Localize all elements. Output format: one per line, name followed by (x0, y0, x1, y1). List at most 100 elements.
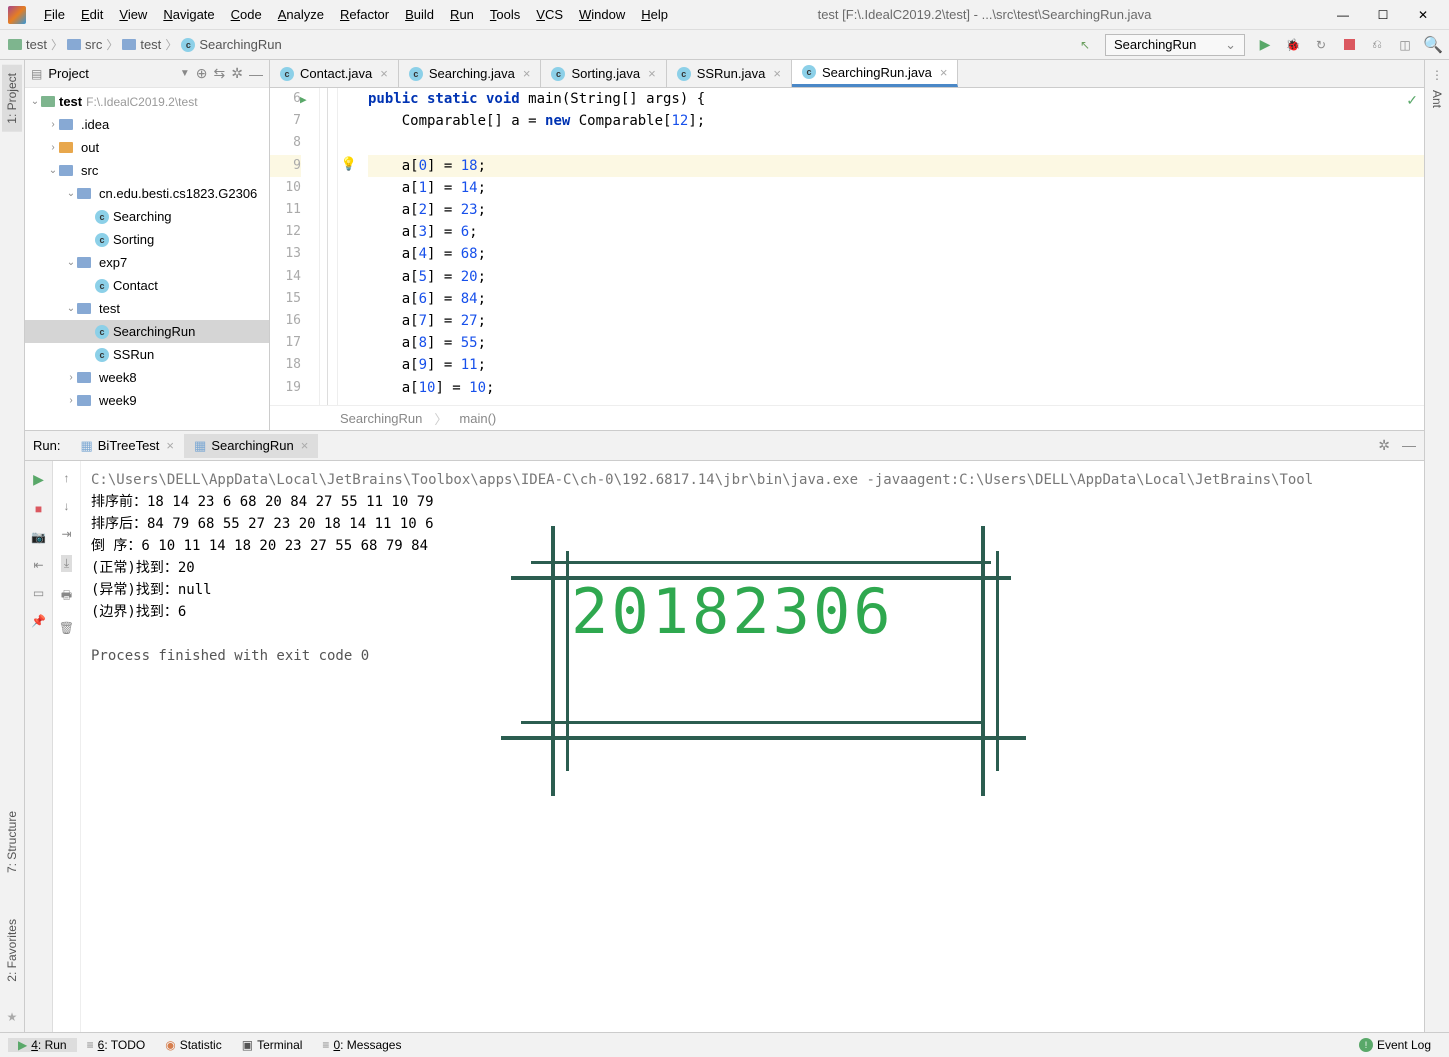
project-panel-header: ▤ Project ▼ ⊕ ⇆ ✲ — (25, 60, 269, 88)
git-icon[interactable]: ⎌ (1369, 37, 1385, 53)
close-button[interactable]: ✕ (1413, 5, 1433, 25)
up-icon[interactable]: ↑ (64, 471, 70, 485)
bulb-icon[interactable]: 💡 (341, 156, 357, 172)
stop-icon[interactable] (1341, 37, 1357, 53)
editor-tab[interactable]: cSorting.java× (541, 60, 666, 87)
sidebar-tab-project[interactable]: 1: Project (2, 65, 22, 132)
editor-body[interactable]: ▶ 678910111213141516171819 💡 public stat… (270, 88, 1424, 405)
menu-refactor[interactable]: Refactor (332, 3, 397, 26)
layout-run-icon[interactable]: ▭ (33, 586, 44, 600)
tree-item[interactable]: cSSRun (25, 343, 269, 366)
print-icon[interactable]: 🖶 (61, 586, 72, 607)
stop-run-icon[interactable]: ■ (35, 502, 42, 516)
status-item[interactable]: ≡0: Messages (312, 1038, 411, 1052)
menu-build[interactable]: Build (397, 3, 442, 26)
tree-item[interactable]: cSorting (25, 228, 269, 251)
tree-item[interactable]: ⌄cn.edu.besti.cs1823.G2306 (25, 182, 269, 205)
run-tab[interactable]: ▦BiTreeTest× (70, 434, 184, 458)
sidebar-tab-structure[interactable]: 7: Structure (2, 803, 22, 881)
menu-edit[interactable]: Edit (73, 3, 111, 26)
toolbar-right: ↖ SearchingRun ⌄ ▶ 🐞 ↻ ⎌ ◫ 🔍 (1077, 34, 1441, 56)
scroll-icon[interactable]: ⤓ (61, 555, 72, 572)
inspection-ok-icon[interactable]: ✓ (1406, 92, 1418, 109)
code-area[interactable]: public static void main(String[] args) {… (338, 88, 1424, 405)
menu-code[interactable]: Code (223, 3, 270, 26)
editor-tab[interactable]: cSearchingRun.java× (792, 60, 958, 87)
debug-icon[interactable]: 🐞 (1285, 37, 1301, 53)
run-toolbar-left: ▶ ■ 📷 ⇤ ▭ 📌 (25, 461, 53, 1032)
event-log[interactable]: ! Event Log (1349, 1038, 1441, 1052)
snapshot-icon[interactable]: 📷 (31, 530, 46, 544)
tree-item[interactable]: ⌄exp7 (25, 251, 269, 274)
coverage-icon[interactable]: ↻ (1313, 37, 1329, 53)
menu-file[interactable]: File (36, 3, 73, 26)
tree-root[interactable]: ⌄ test F:\.IdealC2019.2\test (25, 90, 269, 113)
close-tab-icon[interactable]: × (773, 66, 781, 81)
pin-icon[interactable]: 📌 (31, 614, 46, 628)
close-tab-icon[interactable]: × (523, 66, 531, 81)
tree-item[interactable]: cContact (25, 274, 269, 297)
tree-item[interactable]: ⌄src (25, 159, 269, 182)
tree-item[interactable]: ›out (25, 136, 269, 159)
sidebar-tab-favorites[interactable]: 2: Favorites (2, 911, 22, 990)
status-item[interactable]: ▶4: Run (8, 1038, 77, 1052)
menu-tools[interactable]: Tools (482, 3, 528, 26)
tree-item[interactable]: ›week8 (25, 366, 269, 389)
menubar: FileEditViewNavigateCodeAnalyzeRefactorB… (36, 3, 676, 26)
wrap-icon[interactable]: ⇥ (61, 527, 71, 541)
menu-analyze[interactable]: Analyze (270, 3, 332, 26)
menu-window[interactable]: Window (571, 3, 633, 26)
editor-tab[interactable]: cContact.java× (270, 60, 399, 87)
menu-run[interactable]: Run (442, 3, 482, 26)
layout-icon[interactable]: ◫ (1397, 37, 1413, 53)
breadcrumb: test 〉 src 〉 test 〉 cSearchingRun (8, 36, 1077, 53)
tree-item[interactable]: ⌄test (25, 297, 269, 320)
tree-item[interactable]: ›.idea (25, 113, 269, 136)
sidebar-tab-ant[interactable]: Ant (1427, 82, 1447, 116)
run-tab[interactable]: ▦SearchingRun× (184, 434, 318, 458)
status-item[interactable]: ▣Terminal (232, 1038, 313, 1052)
trash-icon[interactable]: 🗑 (59, 621, 74, 635)
breadcrumb-item[interactable]: src (67, 37, 102, 52)
tree-item[interactable]: cSearchingRun (25, 320, 269, 343)
tree-item[interactable]: ›week9 (25, 389, 269, 412)
locate-icon[interactable]: ⊕ (196, 65, 208, 82)
run-settings-icon[interactable]: ✲ (1378, 437, 1390, 454)
window-controls: — ☐ ✕ (1333, 5, 1445, 25)
status-item[interactable]: ≡6: TODO (77, 1038, 156, 1052)
gutter: ▶ 678910111213141516171819 (270, 88, 320, 405)
exit-icon[interactable]: ⇤ (33, 558, 43, 572)
hide-icon[interactable]: — (249, 66, 263, 82)
close-tab-icon[interactable]: × (940, 65, 948, 80)
console-output[interactable]: C:\Users\DELL\AppData\Local\JetBrains\To… (81, 461, 1424, 1032)
breadcrumb-item[interactable]: cSearchingRun (181, 37, 281, 52)
run-config-selector[interactable]: SearchingRun ⌄ (1105, 34, 1245, 56)
minimize-button[interactable]: — (1333, 5, 1353, 25)
run-hide-icon[interactable]: — (1402, 437, 1416, 454)
run-icon[interactable]: ▶ (1257, 37, 1273, 53)
tree-item[interactable]: cSearching (25, 205, 269, 228)
breadcrumb-item[interactable]: test (122, 37, 161, 52)
close-tab-icon[interactable]: × (380, 66, 388, 81)
menu-help[interactable]: Help (633, 3, 676, 26)
fold-gutter: 💡 (320, 88, 338, 405)
project-tree[interactable]: ⌄ test F:\.IdealC2019.2\test ›.idea›out⌄… (25, 88, 269, 430)
run-line-icon[interactable]: ▶ (300, 89, 307, 111)
statusbar: ▶4: Run≡6: TODO◉Statistic▣Terminal≡0: Me… (0, 1032, 1449, 1057)
editor-tab[interactable]: cSearching.java× (399, 60, 542, 87)
rerun-icon[interactable]: ▶ (33, 471, 44, 488)
close-tab-icon[interactable]: × (648, 66, 656, 81)
collapse-icon[interactable]: ⇆ (214, 65, 226, 82)
breadcrumb-item[interactable]: test (8, 37, 47, 52)
build-icon[interactable]: ↖ (1077, 37, 1093, 53)
menu-navigate[interactable]: Navigate (155, 3, 222, 26)
search-icon[interactable]: 🔍 (1425, 37, 1441, 53)
menu-vcs[interactable]: VCS (528, 3, 571, 26)
settings-icon[interactable]: ✲ (231, 65, 243, 82)
menu-view[interactable]: View (111, 3, 155, 26)
status-item[interactable]: ◉Statistic (155, 1038, 232, 1052)
editor-tab[interactable]: cSSRun.java× (667, 60, 792, 87)
maximize-button[interactable]: ☐ (1373, 5, 1393, 25)
app-icon (8, 6, 26, 24)
down-icon[interactable]: ↓ (64, 499, 70, 513)
